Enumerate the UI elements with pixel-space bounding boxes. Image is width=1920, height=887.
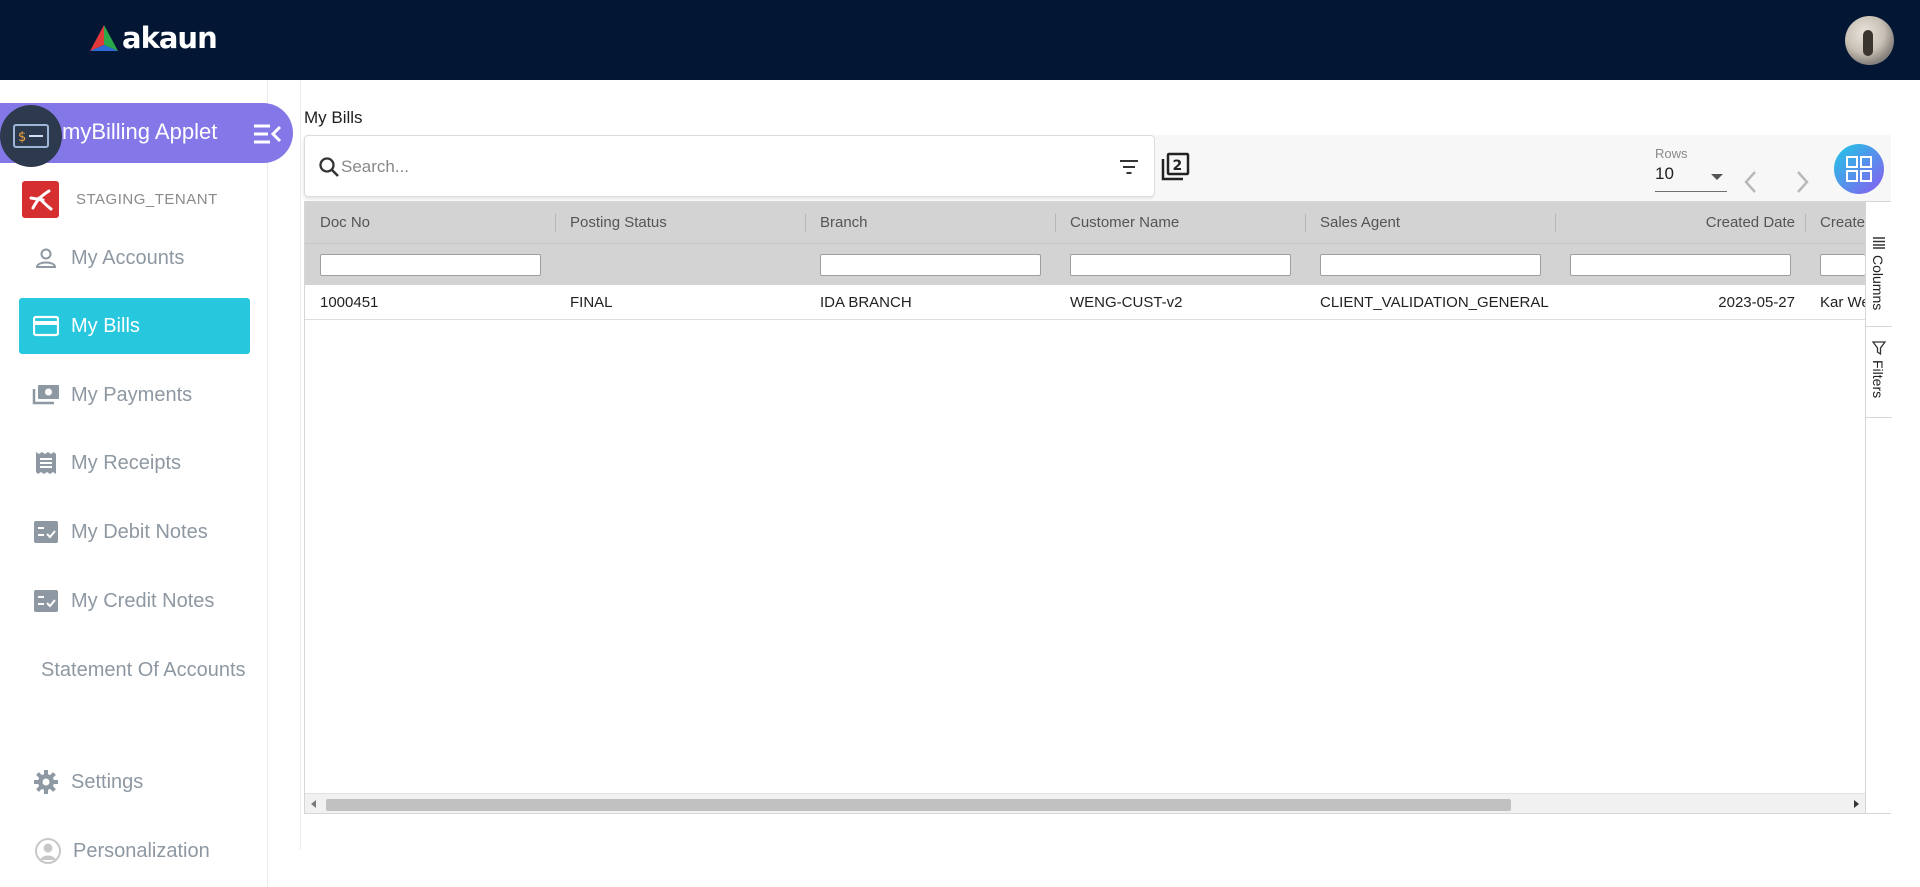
- scroll-right-icon[interactable]: [1854, 800, 1859, 808]
- applet-title: myBilling Applet: [62, 119, 218, 144]
- cell-created-by: Kar We: [1820, 294, 1865, 311]
- column-header-customer-name[interactable]: Customer Name: [1070, 202, 1300, 243]
- credit-card-icon: [31, 311, 61, 341]
- previous-page-icon[interactable]: [1739, 168, 1763, 196]
- sidebar-item-settings[interactable]: Settings: [19, 754, 250, 810]
- avatar-figure: [1863, 30, 1873, 56]
- column-separator[interactable]: [1055, 214, 1056, 232]
- billing-applet-icon: $: [13, 124, 49, 148]
- sidebar-item-personalization[interactable]: Personalization: [19, 823, 250, 879]
- columns-icon: [1873, 237, 1885, 249]
- column-header-posting-status[interactable]: Posting Status: [570, 202, 800, 243]
- filter-2-icon[interactable]: 2: [1160, 152, 1190, 182]
- grid-side-bar: Columns Filters: [1865, 202, 1892, 813]
- created-by-filter-input[interactable]: [1820, 254, 1865, 276]
- svg-text:2: 2: [1173, 158, 1183, 174]
- tab-columns[interactable]: Columns: [1866, 222, 1892, 327]
- column-separator[interactable]: [1555, 214, 1556, 232]
- sidebar-item-label: My Accounts: [71, 246, 185, 269]
- receipt-icon: [31, 448, 61, 478]
- person-icon: [31, 243, 61, 273]
- search-bar: [304, 135, 1155, 197]
- sidebar-item-my-receipts[interactable]: My Receipts: [19, 435, 250, 491]
- tenant-logo-icon: [22, 181, 59, 218]
- logo-text: akaun: [122, 21, 218, 55]
- cell-customer-name: WENG-CUST-v2: [1070, 294, 1183, 311]
- chevron-down-icon: [1711, 174, 1723, 180]
- tab-filters-label: Filters: [1870, 360, 1886, 399]
- rows-per-page-select[interactable]: 10: [1655, 164, 1727, 192]
- gear-icon: [31, 767, 61, 797]
- sidebar-item-label: Personalization: [73, 839, 210, 862]
- filter-list-icon[interactable]: [1119, 159, 1139, 175]
- column-separator[interactable]: [805, 214, 806, 232]
- cell-sales-agent: CLIENT_VALIDATION_GENERAL: [1320, 294, 1549, 311]
- scrollbar-thumb[interactable]: [326, 799, 1511, 811]
- sidebar: $ myBilling Applet STAGING_TENANT My Acc…: [0, 80, 293, 887]
- content-divider: [300, 80, 301, 850]
- tenant-name: STAGING_TENANT: [76, 191, 218, 208]
- cell-doc-no: 1000451: [320, 294, 379, 311]
- column-header-created-date[interactable]: Created Date: [1570, 202, 1795, 243]
- sidebar-item-my-accounts[interactable]: My Accounts: [19, 230, 250, 286]
- svg-text:$: $: [18, 130, 26, 145]
- cell-created-date: 2023-05-27: [1718, 294, 1795, 311]
- doc-no-filter-input[interactable]: [320, 254, 541, 276]
- branch-filter-input[interactable]: [820, 254, 1041, 276]
- top-bar: akaun: [0, 0, 1920, 80]
- cell-branch: IDA BRANCH: [820, 294, 912, 311]
- grid-view-icon: [1846, 156, 1872, 182]
- akaun-logo[interactable]: akaun: [88, 21, 218, 55]
- sidebar-item-my-credit-notes[interactable]: My Credit Notes: [19, 573, 250, 629]
- akaun-logo-icon: [90, 25, 118, 51]
- sidebar-item-my-debit-notes[interactable]: My Debit Notes: [19, 504, 250, 560]
- checklist-icon: [31, 517, 61, 547]
- tenant-selector[interactable]: STAGING_TENANT: [22, 181, 218, 218]
- scroll-left-icon[interactable]: [311, 800, 316, 808]
- search-icon: [319, 157, 339, 177]
- next-page-icon[interactable]: [1790, 168, 1814, 196]
- sidebar-item-my-bills[interactable]: My Bills: [19, 298, 250, 354]
- customer-name-filter-input[interactable]: [1070, 254, 1291, 276]
- column-separator[interactable]: [1305, 214, 1306, 232]
- horizontal-scrollbar[interactable]: [305, 793, 1865, 813]
- rows-value: 10: [1655, 164, 1674, 183]
- column-header-created-by[interactable]: Create: [1820, 202, 1865, 243]
- user-avatar[interactable]: [1845, 16, 1894, 65]
- column-header-doc-no[interactable]: Doc No: [320, 202, 550, 243]
- sidebar-item-label: Settings: [71, 770, 144, 793]
- grid-view-button[interactable]: [1834, 144, 1884, 194]
- page-title: My Bills: [304, 108, 363, 127]
- sidebar-item-label: Statement Of Accounts: [41, 658, 246, 681]
- sidebar-item-label: My Bills: [71, 314, 140, 337]
- sales-agent-filter-input[interactable]: [1320, 254, 1541, 276]
- payments-icon: [31, 380, 61, 410]
- cell-posting-status: FINAL: [570, 294, 613, 311]
- grid-header-row: Doc No Posting Status Branch Customer Na…: [305, 202, 1865, 243]
- sidebar-item-label: My Receipts: [71, 451, 182, 474]
- created-date-filter-input[interactable]: [1570, 254, 1791, 276]
- sidebar-item-label: My Debit Notes: [71, 520, 208, 543]
- sidebar-item-statement-of-accounts[interactable]: Statement Of Accounts: [19, 642, 264, 698]
- search-input[interactable]: [341, 154, 1081, 180]
- rows-label: Rows: [1655, 146, 1688, 161]
- account-circle-icon: [33, 836, 63, 866]
- filter-funnel-icon: [1872, 341, 1886, 355]
- applet-icon[interactable]: $: [0, 105, 62, 167]
- grid-toolbar: [1155, 135, 1891, 201]
- tab-columns-label: Columns: [1870, 255, 1886, 311]
- menu-collapse-icon[interactable]: [252, 122, 282, 146]
- sidebar-item-label: My Payments: [71, 383, 193, 406]
- bills-grid: Doc No Posting Status Branch Customer Na…: [304, 201, 1892, 814]
- column-separator[interactable]: [1805, 214, 1806, 232]
- sidebar-item-label: My Credit Notes: [71, 589, 215, 612]
- tab-filters[interactable]: Filters: [1866, 327, 1892, 418]
- grid-filter-row: [305, 243, 1865, 285]
- column-header-branch[interactable]: Branch: [820, 202, 1050, 243]
- checklist-icon: [31, 586, 61, 616]
- sidebar-item-my-payments[interactable]: My Payments: [19, 367, 250, 423]
- table-row[interactable]: 1000451 FINAL IDA BRANCH WENG-CUST-v2 CL…: [305, 285, 1865, 320]
- column-separator[interactable]: [555, 214, 556, 232]
- column-header-sales-agent[interactable]: Sales Agent: [1320, 202, 1550, 243]
